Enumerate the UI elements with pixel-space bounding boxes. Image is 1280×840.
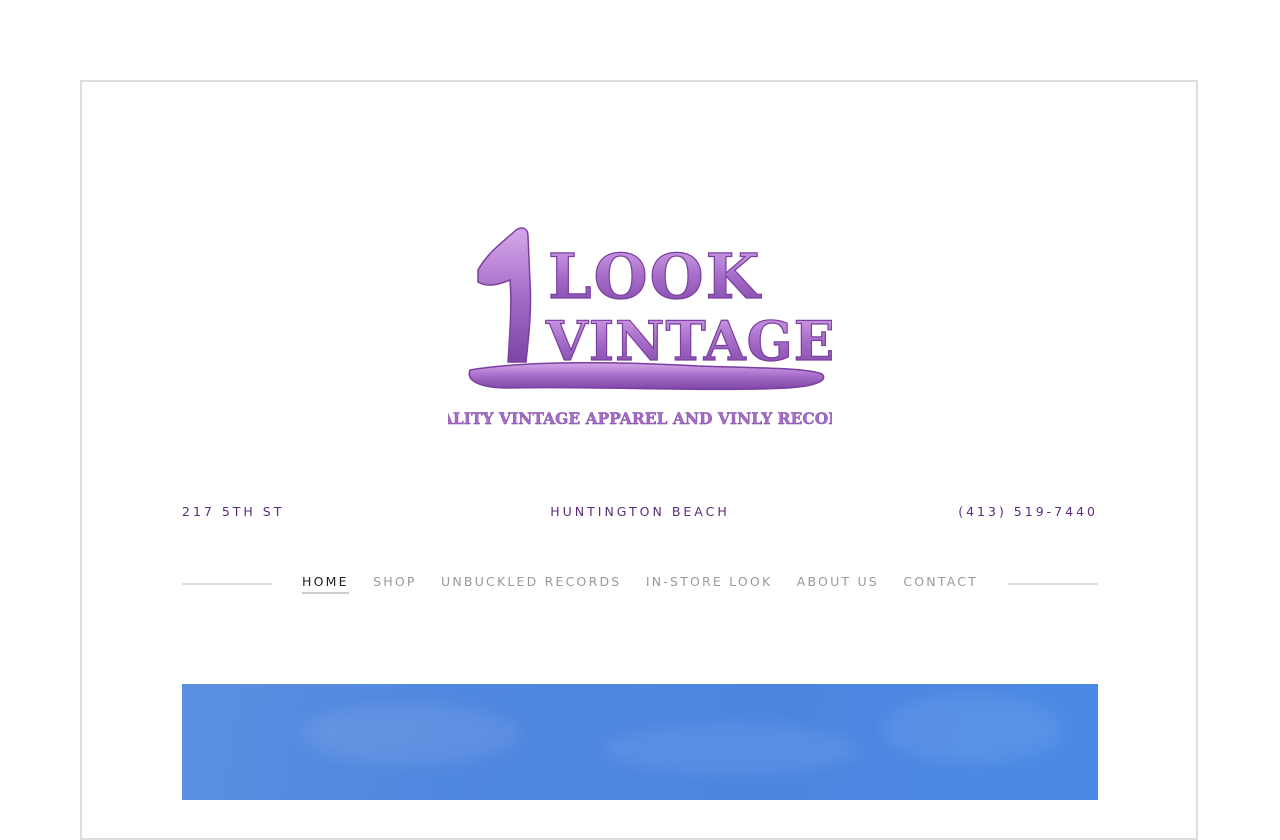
nav-item-about-us[interactable]: ABOUT US [797, 574, 879, 594]
hero-image [182, 684, 1098, 800]
logo[interactable]: LOOK VINTAGE QUALITY VINTAGE APPAREL AND… [448, 222, 832, 432]
nav-divider-right [1008, 583, 1098, 585]
nav-item-shop[interactable]: SHOP [373, 574, 417, 594]
logo-line2: VINTAGE [545, 309, 832, 373]
cloud-wisp [602, 724, 862, 774]
nav-item-contact[interactable]: CONTACT [903, 574, 978, 594]
nav-item-in-store-look[interactable]: IN-STORE LOOK [646, 574, 773, 594]
nav-item-home[interactable]: HOME [302, 574, 349, 594]
logo-line1: LOOK [548, 240, 762, 313]
logo-graphic: LOOK VINTAGE QUALITY VINTAGE APPAREL AND… [448, 227, 832, 428]
nav-divider-left [182, 583, 272, 585]
phone-link[interactable]: (413) 519-7440 [958, 504, 1098, 519]
logo-tagline: QUALITY VINTAGE APPAREL AND VINLY RECORD… [448, 409, 832, 428]
nav-items: HOME SHOP UNBUCKLED RECORDS IN-STORE LOO… [302, 574, 978, 594]
main-nav: HOME SHOP UNBUCKLED RECORDS IN-STORE LOO… [182, 574, 1098, 598]
cloud-wisp [302, 704, 522, 764]
nav-item-unbuckled-records[interactable]: UNBUCKLED RECORDS [441, 574, 621, 594]
cloud-wisp [882, 694, 1062, 764]
